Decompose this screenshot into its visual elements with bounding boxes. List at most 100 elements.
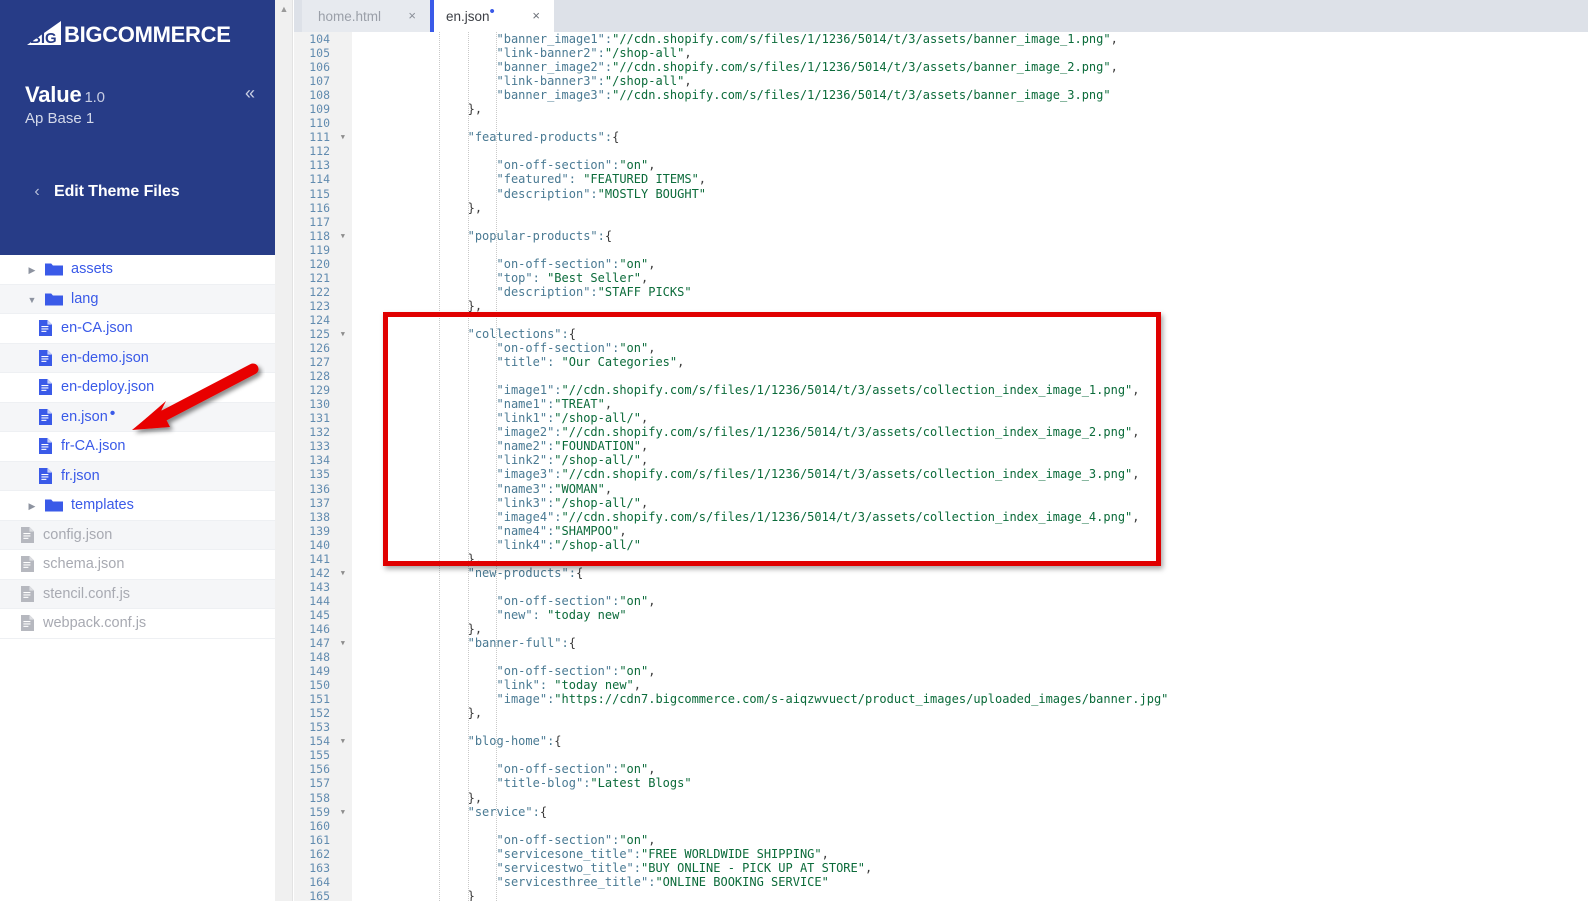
file-tree-item-en-demo-json[interactable]: en-demo.json (0, 343, 275, 373)
code-line[interactable] (352, 369, 1588, 383)
fold-toggle-icon[interactable]: ▼ (341, 229, 345, 243)
code-line[interactable]: "popular-products":{ (352, 229, 1588, 243)
code-line[interactable]: "description":"STAFF PICKS" (352, 285, 1588, 299)
fold-toggle-icon[interactable]: ▼ (341, 566, 345, 580)
code-line[interactable] (352, 819, 1588, 833)
code-line[interactable]: "title-blog":"Latest Blogs" (352, 776, 1588, 790)
line-number: 138 (309, 509, 330, 524)
code-line[interactable]: "name2":"FOUNDATION", (352, 439, 1588, 453)
code-line[interactable]: "blog-home":{ (352, 734, 1588, 748)
code-line[interactable]: "name4":"SHAMPOO", (352, 524, 1588, 538)
code-line[interactable]: "link-banner3":"/shop-all", (352, 74, 1588, 88)
code-line[interactable] (352, 720, 1588, 734)
chevron-right-icon[interactable]: ▶ (20, 497, 44, 513)
code-line[interactable]: "on-off-section":"on", (352, 158, 1588, 172)
code-line[interactable]: "name1":"TREAT", (352, 397, 1588, 411)
code-line[interactable]: "collections":{ (352, 327, 1588, 341)
fold-toggle-icon[interactable]: ▼ (341, 734, 345, 748)
tab-home-html[interactable]: home.html × (302, 0, 430, 32)
file-tree-item-en-deploy-json[interactable]: en-deploy.json (0, 373, 275, 403)
code-line[interactable]: }, (352, 791, 1588, 805)
code-line[interactable]: "top": "Best Seller", (352, 271, 1588, 285)
code-line[interactable]: "image3":"//cdn.shopify.com/s/files/1/12… (352, 467, 1588, 481)
tab-en-json[interactable]: en.json • × (430, 0, 554, 32)
code-line[interactable]: "link-banner2":"/shop-all", (352, 46, 1588, 60)
code-line[interactable]: }, (352, 706, 1588, 720)
code-line[interactable] (352, 580, 1588, 594)
code-line[interactable]: "featured-products":{ (352, 130, 1588, 144)
code-line[interactable] (352, 243, 1588, 257)
code-line[interactable]: "on-off-section":"on", (352, 664, 1588, 678)
chevron-right-icon[interactable]: ▶ (20, 261, 44, 277)
file-tree-item-en-ca-json[interactable]: en-CA.json (0, 314, 275, 344)
file-tree-item-webpack-conf-js[interactable]: webpack.conf.js (0, 609, 275, 639)
code-line[interactable]: }, (352, 102, 1588, 116)
code-line[interactable]: "on-off-section":"on", (352, 594, 1588, 608)
close-icon[interactable]: × (532, 9, 540, 22)
code-lines[interactable]: "banner_image1":"//cdn.shopify.com/s/fil… (352, 32, 1588, 901)
code-line[interactable]: "image":"https://cdn7.bigcommerce.com/s-… (352, 692, 1588, 706)
code-line[interactable]: }, (352, 299, 1588, 313)
sidebar-scrollbar[interactable]: ▲ (275, 0, 293, 901)
code-line[interactable]: "new": "today new" (352, 608, 1588, 622)
brand-logo[interactable]: BIG BIGCOMMERCE (25, 15, 231, 47)
scroll-up-icon[interactable]: ▲ (275, 5, 293, 14)
code-line[interactable]: "banner_image2":"//cdn.shopify.com/s/fil… (352, 60, 1588, 74)
file-tree-item-schema-json[interactable]: schema.json (0, 550, 275, 580)
code-line[interactable]: "servicestwo_title":"BUY ONLINE - PICK U… (352, 861, 1588, 875)
code-line[interactable] (352, 215, 1588, 229)
code-line[interactable] (352, 313, 1588, 327)
code-line[interactable]: "image4":"//cdn.shopify.com/s/files/1/12… (352, 510, 1588, 524)
code-line[interactable]: }, (352, 201, 1588, 215)
code-line[interactable] (352, 116, 1588, 130)
line-number: 123 (309, 298, 330, 313)
code-line[interactable] (352, 650, 1588, 664)
file-tree-item-assets[interactable]: ▶ assets (0, 255, 275, 285)
code-line[interactable]: "description":"MOSTLY BOUGHT" (352, 187, 1588, 201)
code-line[interactable] (352, 748, 1588, 762)
fold-toggle-icon[interactable]: ▼ (341, 327, 345, 341)
code-line[interactable]: "servicesone_title":"FREE WORLDWIDE SHIP… (352, 847, 1588, 861)
code-line[interactable]: }, (352, 622, 1588, 636)
line-number: 112 (309, 144, 330, 159)
code-line[interactable]: "servicesthree_title":"ONLINE BOOKING SE… (352, 875, 1588, 889)
code-surface[interactable]: 104 105 106 107 108 109 110 111 ▼ 112 113 114 115 116… (294, 32, 1588, 901)
fold-toggle-icon[interactable]: ▼ (341, 130, 345, 144)
code-line[interactable]: "featured": "FEATURED ITEMS", (352, 172, 1588, 186)
code-line[interactable]: } (352, 889, 1588, 901)
code-line[interactable]: "link3":"/shop-all/", (352, 496, 1588, 510)
code-line[interactable]: "on-off-section":"on", (352, 762, 1588, 776)
file-tree-item-config-json[interactable]: config.json (0, 520, 275, 550)
file-tree-item-fr-ca-json[interactable]: fr-CA.json (0, 432, 275, 462)
code-line[interactable]: "link2":"/shop-all/", (352, 453, 1588, 467)
code-line[interactable]: "new-products":{ (352, 566, 1588, 580)
file-tree-item-lang[interactable]: ▼ lang (0, 284, 275, 314)
code-line[interactable]: "banner_image1":"//cdn.shopify.com/s/fil… (352, 32, 1588, 46)
fold-toggle-icon[interactable]: ▼ (341, 805, 345, 819)
sidebar-item-edit-theme-files[interactable]: ‹ Edit Theme Files (0, 175, 275, 209)
code-line[interactable]: "link4":"/shop-all/" (352, 538, 1588, 552)
code-line[interactable]: "on-off-section":"on", (352, 341, 1588, 355)
file-tree-item-stencil-conf-js[interactable]: stencil.conf.js (0, 579, 275, 609)
code-line[interactable]: "banner-full":{ (352, 636, 1588, 650)
code-line[interactable]: "banner_image3":"//cdn.shopify.com/s/fil… (352, 88, 1588, 102)
code-line[interactable]: "title": "Our Categories", (352, 355, 1588, 369)
file-tree-item-templates[interactable]: ▶ templates (0, 491, 275, 521)
code-line[interactable] (352, 144, 1588, 158)
code-line[interactable]: "name3":"WOMAN", (352, 482, 1588, 496)
close-icon[interactable]: × (408, 9, 416, 22)
code-line[interactable]: }, (352, 552, 1588, 566)
chevron-down-icon[interactable]: ▼ (20, 291, 44, 307)
collapse-sidebar-icon[interactable]: « (245, 84, 255, 102)
file-tree-item-fr-json[interactable]: fr.json (0, 461, 275, 491)
code-line[interactable]: "image1":"//cdn.shopify.com/s/files/1/12… (352, 383, 1588, 397)
file-tree-item-en-json[interactable]: en.json • (0, 402, 275, 432)
line-number: 125 ▼ (309, 326, 345, 341)
code-line[interactable]: "link1":"/shop-all/", (352, 411, 1588, 425)
code-line[interactable]: "on-off-section":"on", (352, 833, 1588, 847)
fold-toggle-icon[interactable]: ▼ (341, 636, 345, 650)
code-line[interactable]: "on-off-section":"on", (352, 257, 1588, 271)
code-line[interactable]: "image2":"//cdn.shopify.com/s/files/1/12… (352, 425, 1588, 439)
code-line[interactable]: "link": "today new", (352, 678, 1588, 692)
code-line[interactable]: "service":{ (352, 805, 1588, 819)
